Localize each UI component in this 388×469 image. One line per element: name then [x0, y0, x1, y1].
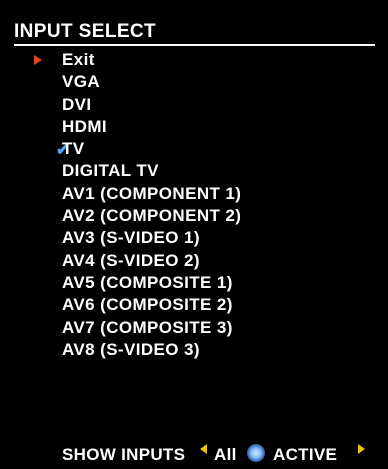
- menu-item-label: AV4 (S-VIDEO 2): [62, 250, 200, 270]
- arrow-right-icon[interactable]: [358, 444, 365, 454]
- title-bar: INPUT SELECT: [14, 19, 375, 46]
- menu-item-label: AV1 (COMPONENT 1): [62, 183, 242, 203]
- toggle-knob-icon[interactable]: [247, 444, 265, 462]
- menu-item-av4[interactable]: AV4 (S-VIDEO 2): [0, 250, 388, 272]
- menu-title: INPUT SELECT: [14, 21, 157, 42]
- menu-item-dvi[interactable]: DVI: [0, 94, 388, 116]
- menu-item-tv[interactable]: ✔ TV: [0, 138, 388, 160]
- menu-item-av5[interactable]: AV5 (COMPOSITE 1): [0, 272, 388, 294]
- menu-item-label: VGA: [62, 72, 101, 92]
- show-inputs-row[interactable]: SHOW INPUTS All ACTIVE: [0, 444, 388, 466]
- menu-item-label: DVI: [62, 94, 92, 114]
- menu-item-label: AV2 (COMPONENT 2): [62, 206, 242, 226]
- menu-item-label: HDMI: [62, 116, 108, 136]
- option-all[interactable]: All: [214, 444, 237, 466]
- menu-item-av7[interactable]: AV7 (COMPOSITE 3): [0, 317, 388, 339]
- menu-item-label: AV6 (COMPOSITE 2): [62, 295, 233, 315]
- menu-item-label: AV7 (COMPOSITE 3): [62, 317, 233, 337]
- selected-arrow-icon: [34, 55, 42, 65]
- menu-item-exit[interactable]: Exit: [0, 49, 388, 71]
- menu-item-hdmi[interactable]: HDMI: [0, 116, 388, 138]
- input-list: Exit VGA DVI HDMI ✔ TV DIGITAL TV AV1 (C…: [0, 49, 388, 361]
- option-active[interactable]: ACTIVE: [273, 444, 337, 466]
- menu-item-label: DIGITAL TV: [62, 161, 159, 181]
- menu-item-av2[interactable]: AV2 (COMPONENT 2): [0, 205, 388, 227]
- menu-item-label: AV5 (COMPOSITE 1): [62, 272, 233, 292]
- menu-item-label: AV8 (S-VIDEO 3): [62, 339, 200, 359]
- menu-item-label: AV3 (S-VIDEO 1): [62, 228, 200, 248]
- menu-item-av6[interactable]: AV6 (COMPOSITE 2): [0, 294, 388, 316]
- menu-item-av3[interactable]: AV3 (S-VIDEO 1): [0, 227, 388, 249]
- menu-item-digital-tv[interactable]: DIGITAL TV: [0, 160, 388, 182]
- menu-item-av1[interactable]: AV1 (COMPONENT 1): [0, 183, 388, 205]
- menu-item-label: TV: [62, 139, 85, 159]
- arrow-left-icon[interactable]: [200, 444, 207, 454]
- menu-item-vga[interactable]: VGA: [0, 71, 388, 93]
- menu-item-label: Exit: [62, 50, 95, 69]
- menu-item-av8[interactable]: AV8 (S-VIDEO 3): [0, 339, 388, 361]
- input-select-osd: INPUT SELECT Exit VGA DVI HDMI ✔ TV DIGI…: [0, 0, 388, 469]
- show-inputs-label: SHOW INPUTS: [62, 445, 186, 464]
